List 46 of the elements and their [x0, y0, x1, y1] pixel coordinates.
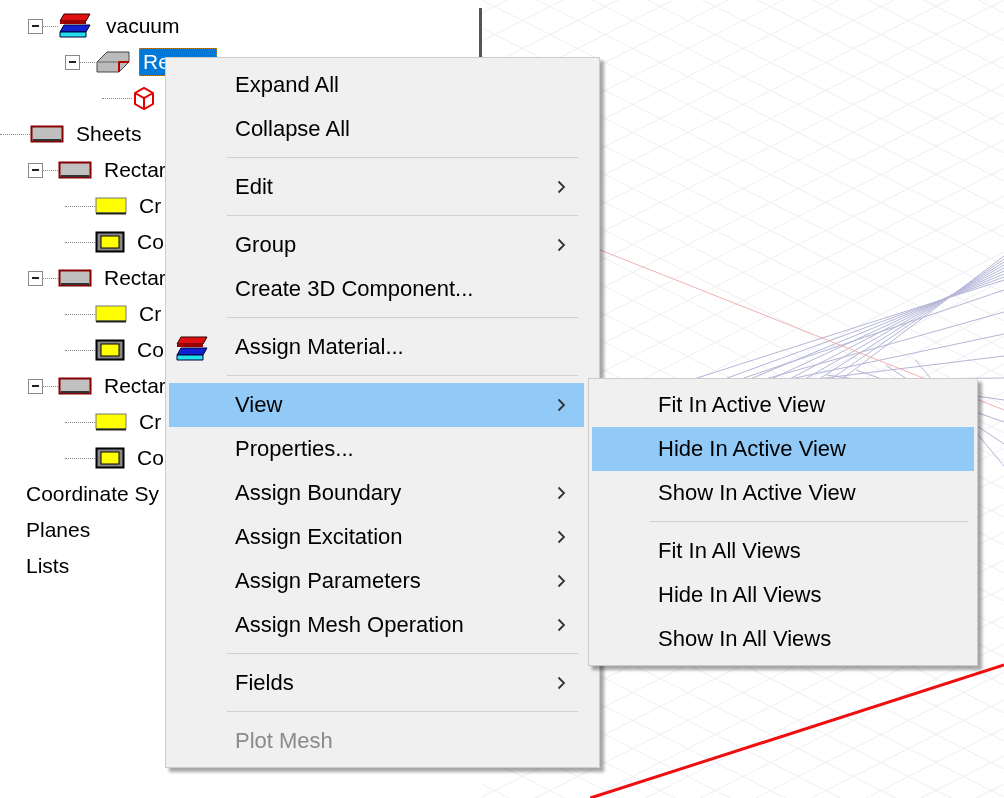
collapse-toggle[interactable]	[28, 270, 43, 286]
menu-item[interactable]: Expand All	[169, 63, 584, 107]
menu-item[interactable]: Assign Excitation	[169, 515, 584, 559]
menu-item[interactable]: Fields	[169, 661, 584, 705]
wireframe-cube-icon	[132, 85, 156, 111]
box-icon	[95, 50, 131, 74]
collapse-toggle[interactable]	[28, 378, 43, 394]
material-stack-icon	[175, 334, 211, 364]
tree-item[interactable]: Coordinate Sy	[22, 480, 164, 508]
sheet-icon	[58, 161, 92, 179]
tree-item[interactable]: Co	[133, 228, 168, 256]
menu-item[interactable]: View	[169, 383, 584, 427]
menu-item[interactable]: Group	[169, 223, 584, 267]
menu-item[interactable]: Fit In All Views	[592, 529, 974, 573]
menu-item[interactable]: Assign Mesh Operation	[169, 603, 584, 647]
menu-item[interactable]: Assign Material...	[169, 325, 584, 369]
tree-item[interactable]: Co	[133, 444, 168, 472]
tree-item[interactable]: Co	[133, 336, 168, 364]
collapse-toggle[interactable]	[28, 162, 43, 178]
menu-item[interactable]: Hide In All Views	[592, 573, 974, 617]
material-stack-icon	[58, 11, 94, 41]
tree-item[interactable]: Cr	[135, 408, 166, 436]
menu-item[interactable]: Show In All Views	[592, 617, 974, 661]
sheet-icon	[30, 125, 64, 143]
sheet-icon	[58, 377, 92, 395]
menu-item[interactable]: Hide In Active View	[592, 427, 974, 471]
menu-item[interactable]: Show In Active View	[592, 471, 974, 515]
tree-item[interactable]: Cr	[135, 192, 166, 220]
face-icon	[95, 197, 127, 215]
tree-item[interactable]: Sheets	[72, 120, 146, 148]
tree-item[interactable]: Cr	[135, 300, 166, 328]
menu-item[interactable]: Properties...	[169, 427, 584, 471]
face-icon	[95, 413, 127, 431]
menu-item[interactable]: Collapse All	[169, 107, 584, 151]
tree-item[interactable]: Lists	[22, 552, 74, 580]
menu-item[interactable]: Assign Boundary	[169, 471, 584, 515]
face-icon	[95, 305, 127, 323]
menu-item[interactable]: Create 3D Component...	[169, 267, 584, 311]
menu-item[interactable]: Assign Parameters	[169, 559, 584, 603]
tree-item[interactable]: vacuum	[102, 12, 184, 40]
menu-item[interactable]: Fit In Active View	[592, 383, 974, 427]
collapse-toggle[interactable]	[28, 18, 43, 34]
sheet-icon	[58, 269, 92, 287]
tree-item[interactable]: Planes	[22, 516, 95, 544]
menu-item[interactable]: Edit	[169, 165, 584, 209]
collapse-toggle[interactable]	[65, 54, 80, 70]
